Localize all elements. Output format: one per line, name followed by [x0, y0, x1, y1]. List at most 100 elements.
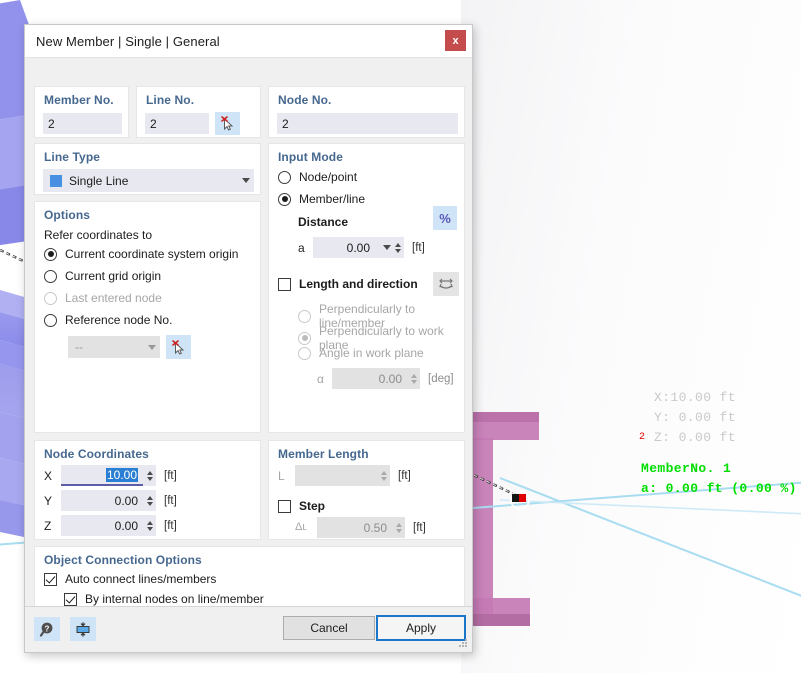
options-label: Options [44, 208, 91, 222]
member-no-group: Member No. [34, 86, 129, 138]
angle-symbol: α [317, 372, 324, 386]
radio-member-line[interactable]: Member/line [278, 192, 365, 206]
checkbox-length-and-direction[interactable]: Length and direction [278, 277, 418, 291]
angle-input: 0.00 [332, 368, 407, 389]
coord-x-input[interactable]: 10.00 [61, 465, 143, 486]
resize-grip[interactable] [459, 639, 468, 648]
node-coordinates-group: Node Coordinates X 10.00 [ft] Y 0.00 [ft… [34, 440, 261, 540]
reference-node-pick-cursor-icon[interactable] [166, 335, 191, 359]
dialog-footer: ? Cancel Apply [25, 606, 472, 652]
input-mode-label: Input Mode [278, 150, 343, 164]
radio-label: Last entered node [65, 291, 162, 305]
radio-node-point[interactable]: Node/point [278, 170, 357, 184]
pick-cursor-icon[interactable] [215, 112, 240, 135]
checkbox-label: Length and direction [299, 277, 418, 291]
length-input [295, 465, 377, 486]
close-icon[interactable]: x [445, 30, 466, 51]
member-length-group: Member Length L [ft] Step Δʟ 0.50 [ft] [268, 440, 465, 540]
radio-indicator[interactable] [44, 269, 57, 283]
input-mode-group: Input Mode Node/point Member/line Distan… [268, 143, 465, 433]
member-length-label: Member Length [278, 447, 369, 461]
coord-y-input[interactable]: 0.00 [61, 490, 143, 511]
reference-node-select[interactable]: -- [68, 336, 160, 358]
length-symbol: L [278, 469, 285, 483]
checkbox-label: Step [299, 499, 326, 513]
distance-symbol: a [298, 241, 305, 255]
checkbox-step[interactable]: Step [278, 499, 325, 513]
node-no-group: Node No. [268, 86, 465, 138]
radio-label: Current grid origin [65, 269, 162, 283]
coord-x-stepper[interactable] [143, 465, 156, 486]
radio-current-grid-origin[interactable]: Current grid origin [44, 269, 161, 283]
viewport-node-tag: 2 [639, 432, 646, 443]
radio-indicator[interactable] [44, 313, 57, 327]
coord-y-stepper[interactable] [143, 490, 156, 511]
coord-z-unit: [ft] [164, 519, 177, 532]
coord-x-label: X [44, 469, 53, 483]
dialog-title: New Member | Single | General [36, 33, 220, 49]
distance-unit: [ft] [412, 241, 425, 254]
checkbox-internal-nodes[interactable]: By internal nodes on line/member [64, 592, 264, 606]
swap-direction-icon[interactable] [433, 272, 459, 296]
distance-input[interactable]: 0.00 [313, 237, 375, 258]
angle-field-wrap: 0.00 [deg] [332, 368, 454, 389]
radio-reference-node-no[interactable]: Reference node No. [44, 313, 172, 327]
help-magnifier-icon[interactable]: ? [34, 617, 60, 641]
radio-label: Reference node No. [65, 313, 173, 327]
radio-label: Member/line [299, 192, 366, 206]
reference-node-value: -- [75, 340, 83, 354]
new-member-dialog: New Member | Single | General x Member N… [24, 24, 473, 653]
line-type-group: Line Type Single Line [34, 143, 261, 195]
apply-button[interactable]: Apply [376, 615, 466, 641]
cancel-button[interactable]: Cancel [283, 616, 375, 640]
delta-l-input: 0.50 [317, 517, 392, 538]
radio-indicator[interactable] [278, 192, 291, 206]
dialog-titlebar: New Member | Single | General x [25, 25, 472, 58]
coord-z-input[interactable]: 0.00 [61, 515, 143, 536]
line-type-select[interactable]: Single Line [43, 169, 254, 192]
viewport-coord-x: X:10.00 ft [654, 390, 737, 405]
viewport-member-distance: a: 0.00 ft (0.00 %) [641, 481, 797, 496]
radio-label: Current coordinate system origin [65, 247, 239, 261]
radio-indicator [298, 331, 311, 345]
object-connection-label: Object Connection Options [44, 553, 202, 567]
delta-l-stepper [392, 517, 405, 538]
distance-stepper[interactable] [391, 237, 404, 258]
line-type-label: Line Type [44, 150, 101, 164]
checkbox-indicator[interactable] [64, 592, 77, 606]
percent-toggle-button[interactable]: % [433, 206, 457, 230]
node-coordinates-label: Node Coordinates [44, 447, 149, 461]
coord-x-value: 10.00 [105, 467, 138, 482]
checkbox-label: Auto connect lines/members [65, 572, 217, 586]
checkbox-indicator[interactable] [278, 499, 291, 513]
radio-current-coordinate-system-origin[interactable]: Current coordinate system origin [44, 247, 238, 261]
radio-indicator[interactable] [278, 170, 291, 184]
node-no-label: Node No. [278, 93, 332, 107]
svg-text:?: ? [44, 624, 49, 633]
coord-z-label: Z [44, 519, 52, 533]
chevron-down-icon [148, 344, 156, 350]
coord-z-stepper[interactable] [143, 515, 156, 536]
line-no-group: Line No. [136, 86, 261, 138]
distance-dropdown-icon[interactable] [375, 237, 391, 258]
align-table-icon[interactable] [70, 617, 96, 641]
length-field-wrap: [ft] [295, 465, 411, 486]
chevron-down-icon [242, 178, 250, 183]
delta-l-symbol: Δʟ [295, 521, 307, 533]
coord-y-unit: [ft] [164, 494, 177, 507]
checkbox-indicator[interactable] [44, 572, 57, 586]
delta-l-unit: [ft] [413, 521, 426, 534]
checkbox-indicator[interactable] [278, 277, 291, 291]
angle-unit: [deg] [428, 372, 454, 385]
viewport-member-no: MemberNo. 1 [641, 461, 732, 476]
line-no-label: Line No. [146, 93, 195, 107]
node-no-input[interactable] [277, 113, 458, 134]
distance-label: Distance [298, 215, 349, 229]
member-no-input[interactable] [43, 113, 122, 134]
radio-indicator [298, 346, 311, 360]
radio-last-entered-node: Last entered node [44, 291, 162, 305]
checkbox-auto-connect[interactable]: Auto connect lines/members [44, 572, 216, 586]
line-no-input[interactable] [145, 113, 209, 134]
radio-indicator[interactable] [44, 247, 57, 261]
radio-label: Node/point [299, 170, 358, 184]
